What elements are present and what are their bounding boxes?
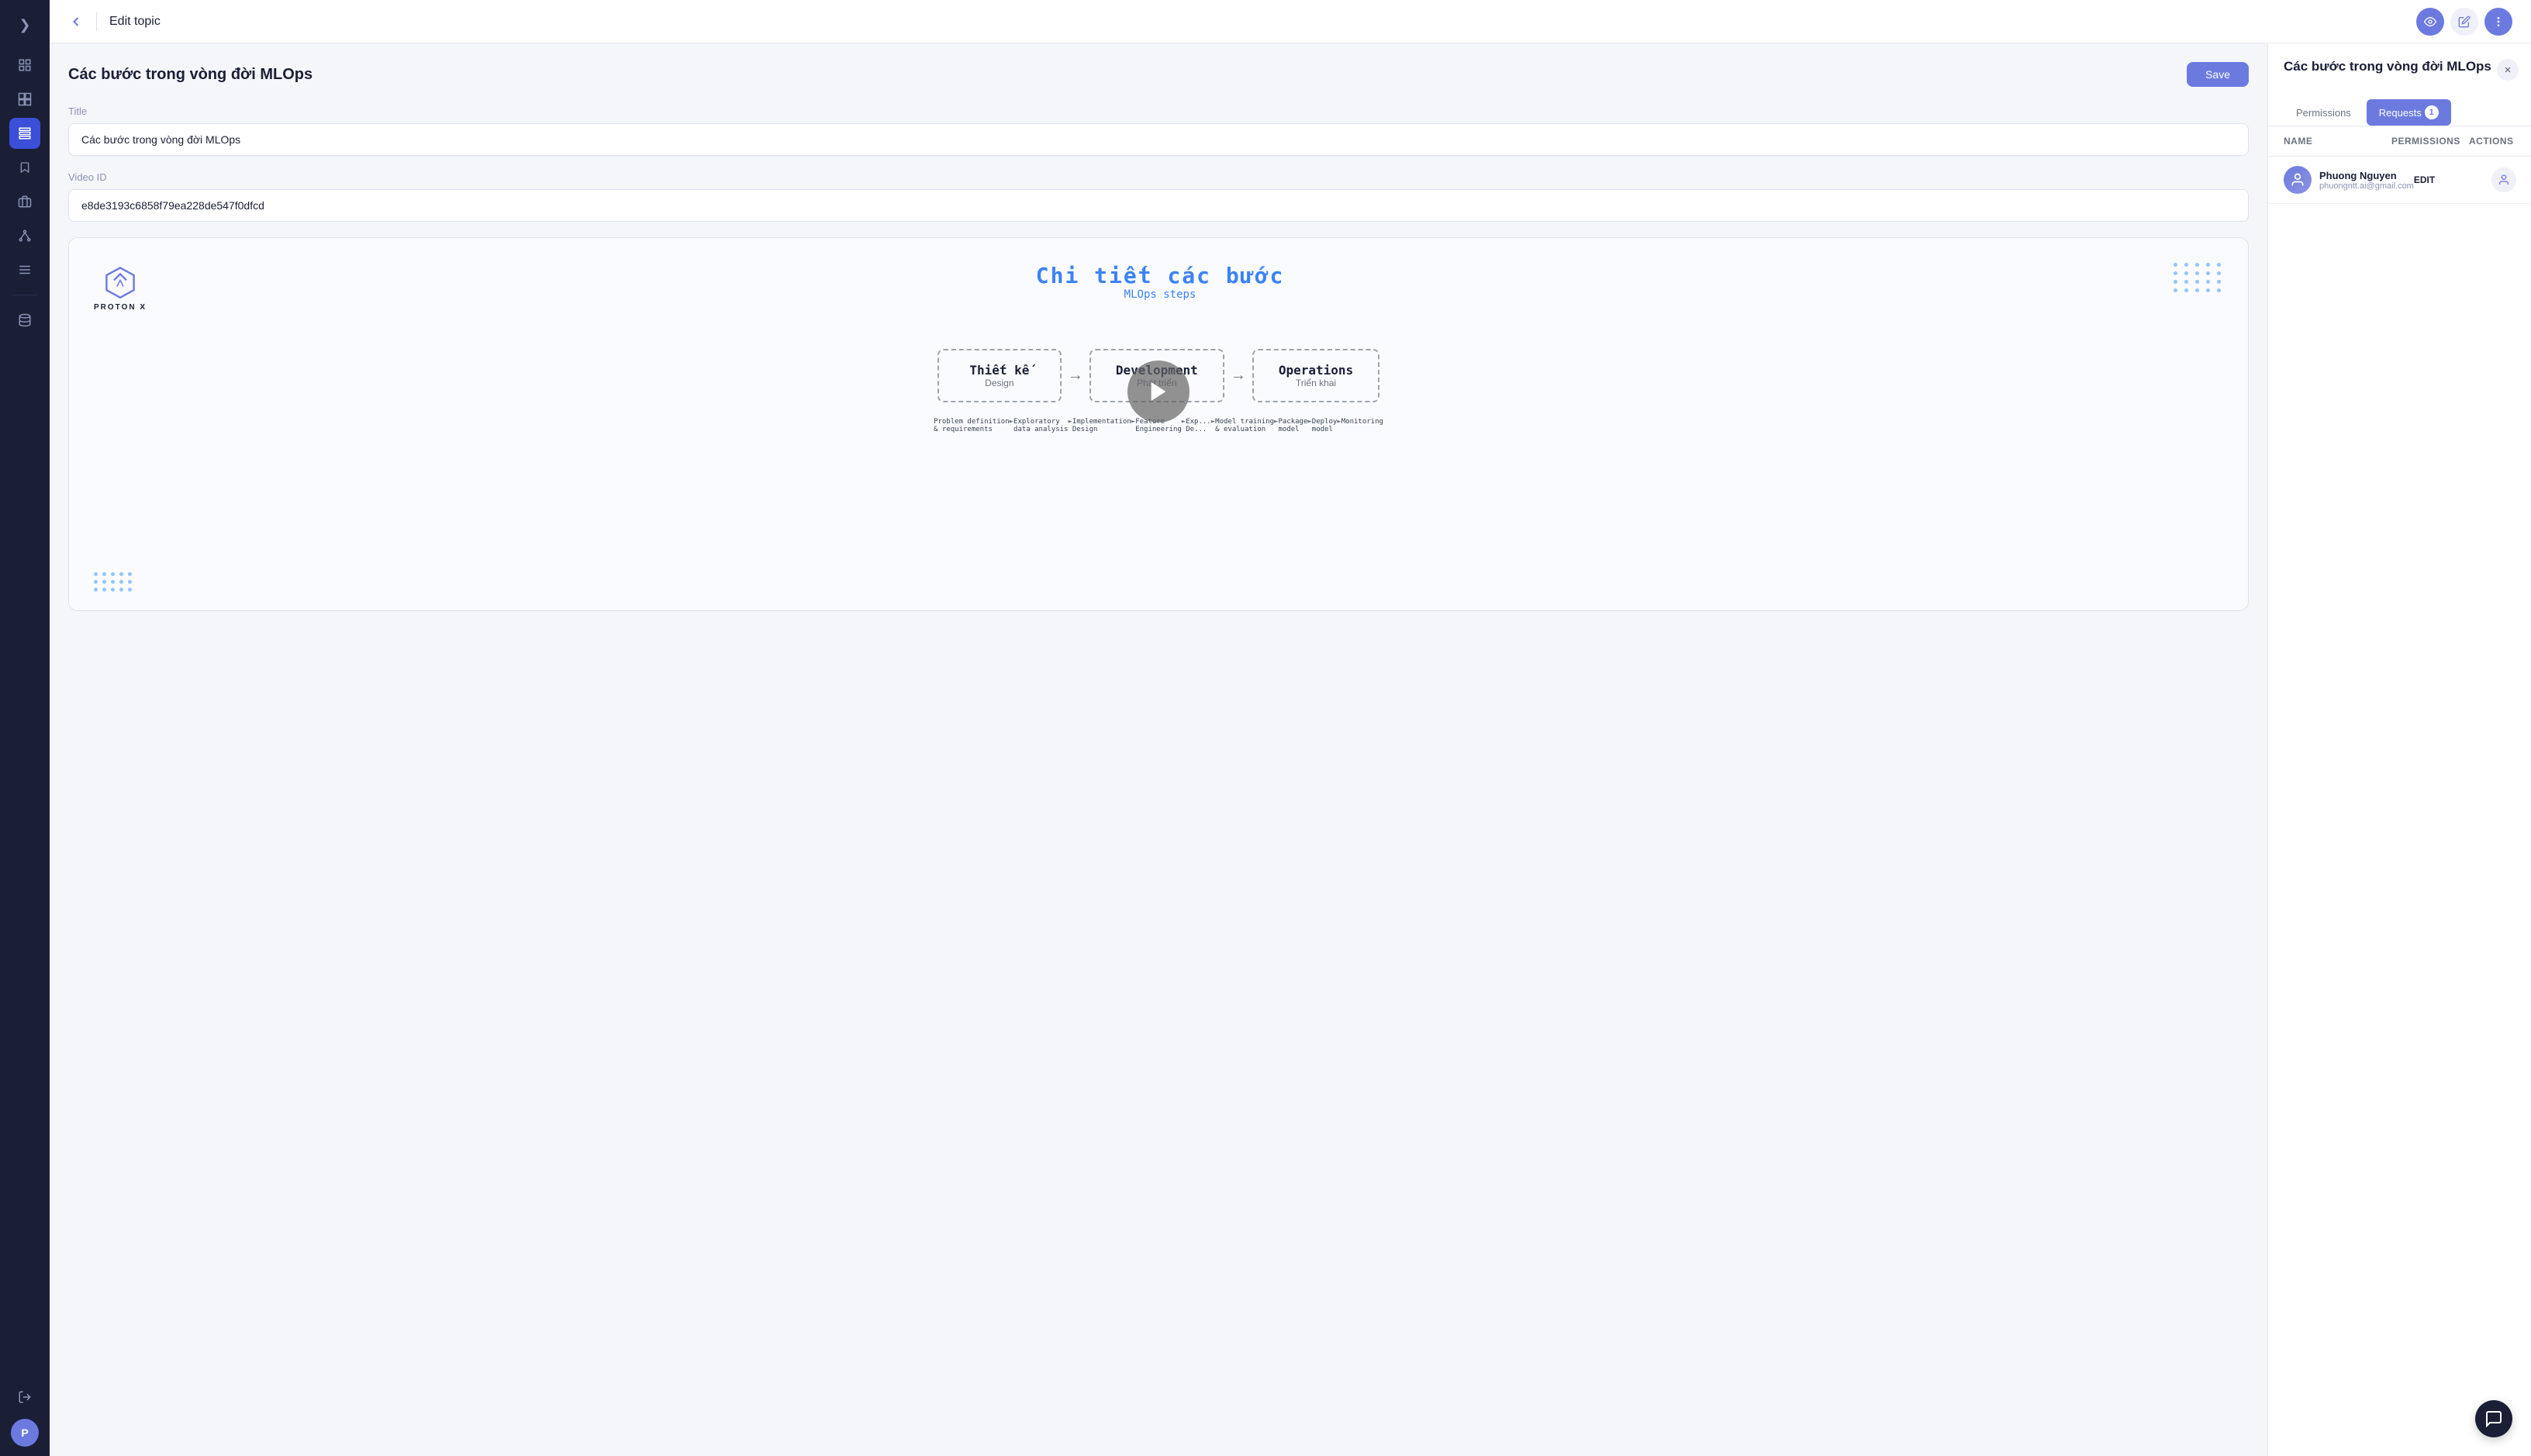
close-panel-button[interactable] bbox=[2497, 59, 2519, 81]
sidebar-item-grid[interactable] bbox=[9, 84, 40, 115]
preview-button[interactable] bbox=[2416, 8, 2444, 36]
flow-box-design: Thiết kế Design bbox=[937, 349, 1062, 402]
col-name: Name bbox=[2284, 136, 2391, 147]
save-button[interactable]: Save bbox=[2187, 62, 2249, 87]
tabs: Permissions Requests 1 bbox=[2284, 99, 2515, 126]
tab-requests[interactable]: Requests 1 bbox=[2367, 99, 2451, 126]
proton-logo: PROTON X bbox=[94, 263, 147, 312]
video-header: PROTON X Chi tiết các bước MLOps steps bbox=[94, 263, 2223, 312]
step-9: Monitoring bbox=[1341, 418, 1383, 433]
user-email: phuongntt.ai@gmail.com bbox=[2319, 181, 2414, 191]
page-title: Edit topic bbox=[109, 15, 2404, 29]
header-actions bbox=[2416, 8, 2512, 36]
requests-badge: 1 bbox=[2425, 105, 2439, 119]
page-header: Edit topic bbox=[50, 0, 2531, 43]
sidebar-item-nodes[interactable] bbox=[9, 220, 40, 251]
col-actions: Actions bbox=[2469, 136, 2515, 147]
sidebar-item-list[interactable] bbox=[9, 254, 40, 285]
user-avatar[interactable]: P bbox=[11, 1419, 39, 1447]
sidebar-item-badge[interactable] bbox=[9, 186, 40, 217]
topic-name: Các bước trong vòng đời MLOps bbox=[68, 66, 312, 84]
edit-button[interactable] bbox=[2450, 8, 2478, 36]
flow-box-design-title: Thiết kế bbox=[964, 363, 1035, 378]
video-subtitle: MLOps steps bbox=[147, 288, 2174, 301]
flow-box-ops: Operations Triển khai bbox=[1252, 349, 1379, 402]
step-7: Packagemodel bbox=[1278, 418, 1307, 433]
step-8: Deploymodel bbox=[1312, 418, 1338, 433]
step-6: Model training& evaluation bbox=[1215, 418, 1274, 433]
table-row: Phuong Nguyen phuongntt.ai@gmail.com EDI… bbox=[2268, 157, 2531, 204]
editor-panel: Các bước trong vòng đời MLOps Save Title… bbox=[50, 43, 2267, 1456]
step-1: Problem definition& requirements bbox=[934, 418, 1010, 433]
avatar bbox=[2284, 166, 2312, 194]
step-2: Exploratorydata analysis bbox=[1013, 418, 1068, 433]
user-info: Phuong Nguyen phuongntt.ai@gmail.com bbox=[2284, 166, 2414, 194]
step-5: Exp...De... bbox=[1186, 418, 1211, 433]
sidebar-bottom: P bbox=[9, 1382, 40, 1447]
title-field-group: Title bbox=[68, 105, 2249, 156]
sidebar-item-bookmark[interactable] bbox=[9, 152, 40, 183]
permission-badge: EDIT bbox=[2414, 174, 2491, 185]
flow-arrow-2: → bbox=[1231, 367, 1246, 385]
chat-bubble-button[interactable] bbox=[2475, 1400, 2512, 1437]
right-panel: Các bước trong vòng đời MLOps Permission… bbox=[2267, 43, 2531, 1456]
title-input[interactable] bbox=[68, 123, 2249, 156]
video-main-title: Chi tiết các bước bbox=[147, 263, 2174, 288]
flow-diagram: Thiết kế Design → Development Phát triển… bbox=[94, 349, 2223, 433]
flow-box-ops-title: Operations bbox=[1279, 363, 1353, 378]
sidebar-item-table[interactable] bbox=[9, 50, 40, 81]
play-button[interactable] bbox=[1127, 361, 1190, 423]
right-panel-header: Các bước trong vòng đời MLOps Permission… bbox=[2268, 43, 2531, 126]
sidebar-item-active[interactable] bbox=[9, 118, 40, 149]
flow-box-design-sub: Design bbox=[964, 378, 1035, 388]
dots-decoration bbox=[2174, 263, 2223, 292]
user-details: Phuong Nguyen phuongntt.ai@gmail.com bbox=[2319, 170, 2414, 191]
back-button[interactable] bbox=[68, 14, 84, 29]
col-permissions: Permissions bbox=[2391, 136, 2469, 147]
video-id-field-group: Video ID bbox=[68, 171, 2249, 222]
flow-box-ops-sub: Triển khai bbox=[1279, 378, 1353, 388]
sidebar-collapse-button[interactable]: ❯ bbox=[9, 9, 40, 40]
user-action-button[interactable] bbox=[2491, 167, 2516, 192]
video-id-input[interactable] bbox=[68, 189, 2249, 222]
step-3: ImplementationDesign bbox=[1072, 418, 1131, 433]
user-name: Phuong Nguyen bbox=[2319, 170, 2414, 181]
menu-button[interactable] bbox=[2484, 8, 2512, 36]
title-label: Title bbox=[68, 105, 2249, 117]
flow-arrow-1: → bbox=[1068, 367, 1083, 385]
header-divider bbox=[96, 12, 97, 31]
topic-header: Các bước trong vòng đời MLOps Save bbox=[68, 62, 2249, 87]
content-body: Các bước trong vòng đời MLOps Save Title… bbox=[50, 43, 2531, 1456]
proton-logo-text: PROTON X bbox=[94, 303, 147, 312]
permissions-table: Name Permissions Actions Phuong Ng bbox=[2268, 126, 2531, 1456]
bottom-dots-decoration bbox=[94, 572, 133, 592]
main-area: Edit topic bbox=[50, 0, 2531, 1456]
sidebar-item-logout[interactable] bbox=[9, 1382, 40, 1413]
sidebar: ❯ bbox=[0, 0, 50, 1456]
video-id-label: Video ID bbox=[68, 171, 2249, 183]
collapse-icon: ❯ bbox=[19, 17, 30, 33]
sidebar-item-database[interactable] bbox=[9, 305, 40, 336]
right-panel-title: Các bước trong vòng đời MLOps bbox=[2284, 59, 2491, 74]
video-heading: Chi tiết các bước MLOps steps bbox=[147, 263, 2174, 301]
video-inner: PROTON X Chi tiết các bước MLOps steps bbox=[69, 238, 2248, 610]
tab-permissions[interactable]: Permissions bbox=[2284, 99, 2364, 126]
video-preview: PROTON X Chi tiết các bước MLOps steps bbox=[68, 237, 2249, 611]
table-header: Name Permissions Actions bbox=[2268, 126, 2531, 157]
